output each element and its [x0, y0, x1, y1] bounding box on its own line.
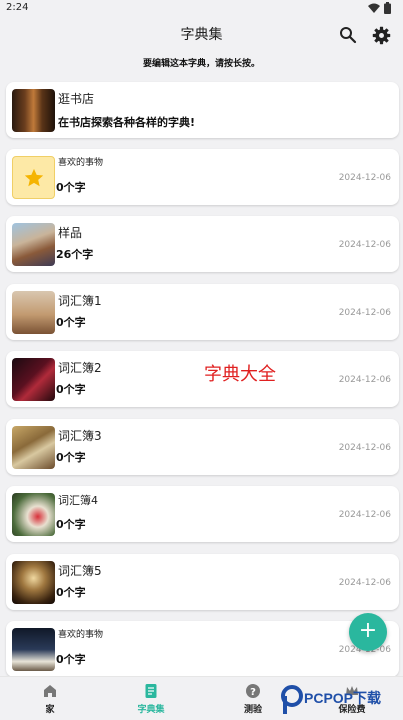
bookstore-thumbnail [12, 89, 55, 132]
app-bar: 字典集 [0, 18, 403, 52]
star-icon [24, 168, 43, 186]
word-count: 0个字 [56, 316, 86, 329]
list-item[interactable]: 词汇簿3 0个字 2024-12-06 [6, 419, 399, 475]
dictionary-name: 词汇簿3 [58, 429, 102, 443]
dictionary-name: 样品 [58, 226, 83, 240]
list-item[interactable]: 词汇簿2 0个字 2024-12-06 [6, 351, 399, 407]
date-label: 2024-12-06 [338, 510, 391, 520]
dictionary-thumbnail [12, 493, 55, 536]
edit-hint: 要编辑这本字典，请按长按。 [142, 59, 260, 69]
dictionary-thumbnail [12, 291, 55, 334]
wifi-icon [368, 3, 380, 13]
favorites-thumbnail [12, 156, 55, 199]
nav-item-dictionaries[interactable]: 字典集 [121, 683, 181, 715]
quiz-icon: ? [246, 684, 260, 698]
date-label: 2024-12-06 [338, 240, 391, 250]
word-count: 0个字 [56, 586, 86, 599]
dictionary-name: 词汇簿2 [58, 361, 102, 375]
word-count: 0个字 [56, 451, 86, 464]
date-label: 2024-12-06 [338, 173, 391, 183]
dictionary-icon [145, 684, 157, 698]
dictionary-thumbnail [12, 426, 55, 469]
list-item[interactable]: 喜欢的事物 0个字 2024-12-06 [6, 149, 399, 205]
word-count: 26个字 [56, 248, 94, 261]
word-count: 0个字 [56, 518, 86, 531]
dictionary-name: 词汇簿1 [58, 294, 102, 308]
dictionary-thumbnail [12, 223, 55, 266]
status-icons [368, 2, 391, 14]
dictionary-name: 喜欢的事物 [58, 630, 104, 640]
nav-item-home[interactable]: 家 [20, 683, 80, 715]
dictionary-name: 词汇簿5 [58, 564, 102, 578]
bookstore-title: 逛书店 [58, 92, 95, 106]
status-bar: 2:24 [0, 0, 403, 18]
bookstore-card[interactable]: 逛书店 在书店探索各种各样的字典! [6, 82, 399, 138]
list-item[interactable]: 词汇簿4 0个字 2024-12-06 [6, 486, 399, 542]
dictionary-name: 喜欢的事物 [58, 158, 104, 168]
date-label: 2024-12-06 [338, 308, 391, 318]
list-item[interactable]: 样品 26个字 2024-12-06 [6, 216, 399, 272]
nav-label: 家 [45, 705, 55, 715]
date-label: 2024-12-06 [338, 443, 391, 453]
home-icon [44, 685, 56, 697]
list-item[interactable]: 喜欢的事物 0个字 2024-12-06 [6, 621, 399, 676]
watermark-text: 字典大全 [204, 364, 276, 385]
svg-text:?: ? [250, 687, 256, 698]
date-label: 2024-12-06 [338, 578, 391, 588]
search-icon[interactable] [338, 25, 358, 45]
list-item[interactable]: 词汇簿1 0个字 2024-12-06 [6, 284, 399, 340]
logo-mark-icon [281, 685, 303, 714]
word-count: 0个字 [56, 181, 86, 194]
nav-item-quiz[interactable]: ? 测验 [223, 683, 283, 715]
word-count: 0个字 [56, 653, 86, 666]
list-item[interactable]: 词汇簿5 0个字 2024-12-06 [6, 554, 399, 610]
date-label: 2024-12-06 [338, 375, 391, 385]
bookstore-description: 在书店探索各种各样的字典! [58, 116, 196, 129]
nav-label: 测验 [243, 705, 262, 715]
pcpop-logo: PCPOP下载 [278, 682, 402, 720]
word-count: 0个字 [56, 383, 86, 396]
status-time: 2:24 [6, 2, 29, 13]
nav-label: 字典集 [137, 705, 165, 715]
battery-icon [384, 2, 391, 14]
dictionary-thumbnail [12, 628, 55, 671]
logo-text: PCPOP下载 [304, 690, 382, 706]
dictionary-thumbnail [12, 561, 55, 604]
dictionary-thumbnail [12, 358, 55, 401]
gear-icon[interactable] [371, 25, 391, 45]
add-dictionary-button[interactable]: + [349, 613, 387, 651]
dictionary-name: 词汇簿4 [58, 494, 98, 507]
dictionary-list[interactable]: 逛书店 在书店探索各种各样的字典! 喜欢的事物 0个字 2024-12-06 样… [0, 80, 403, 676]
